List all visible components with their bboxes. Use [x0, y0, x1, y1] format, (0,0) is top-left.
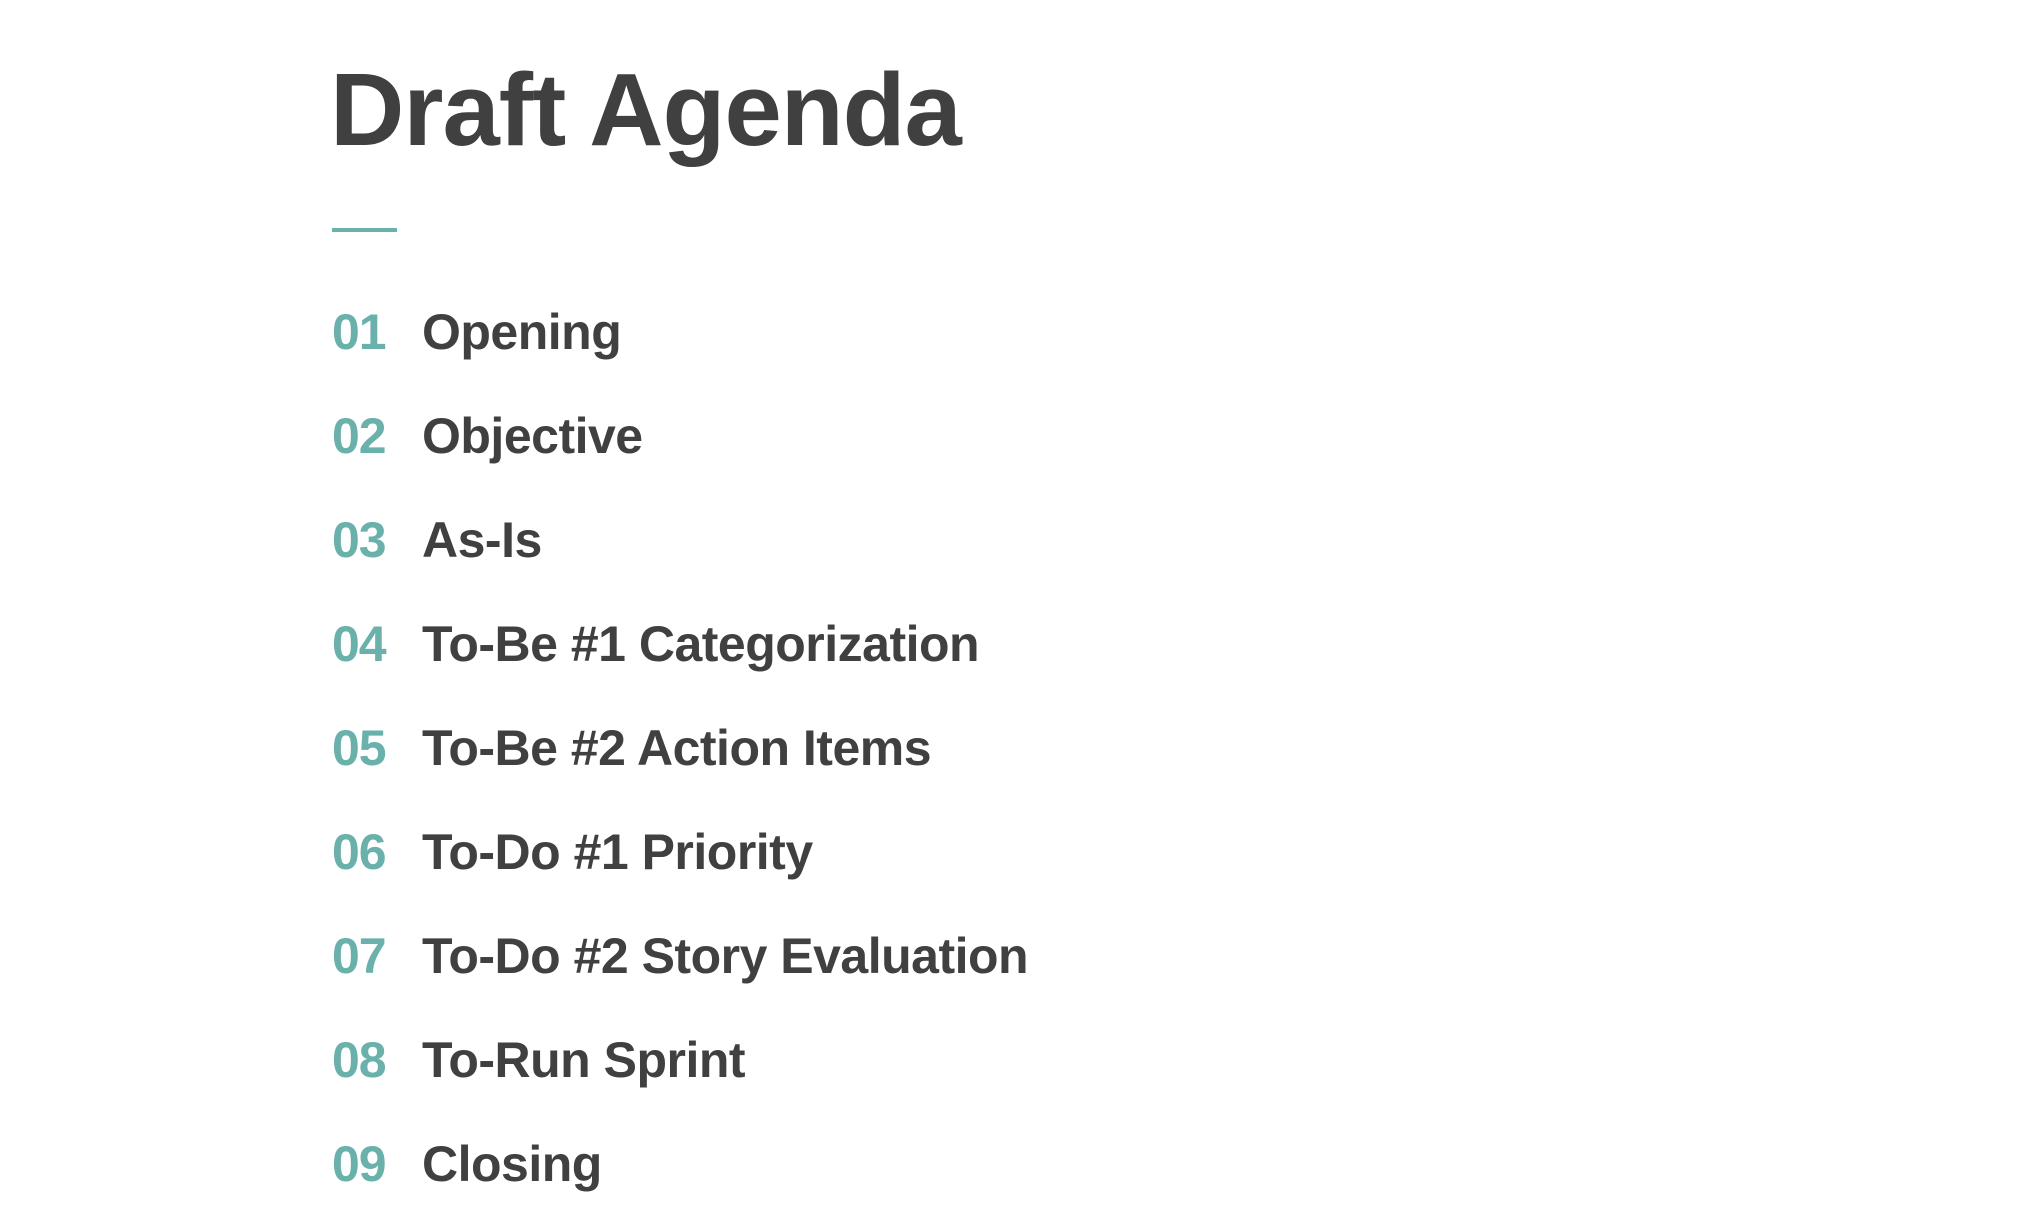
agenda-item-objective: 02 Objective	[332, 384, 1028, 488]
agenda-item-label: To-Do #1 Priority	[422, 824, 813, 880]
agenda-item-label: Objective	[422, 408, 643, 464]
agenda-item-label: Opening	[422, 304, 622, 360]
agenda-item-to-do-story-evaluation: 07 To-Do #2 Story Evaluation	[332, 904, 1029, 1008]
agenda-item-label: Closing	[422, 1136, 602, 1192]
agenda-item-label: To-Run Sprint	[422, 1032, 746, 1088]
agenda-item-number: 04	[332, 616, 387, 672]
agenda-item-label: As-Is	[422, 512, 542, 568]
agenda-list: 01 Opening 02 Objective 03 As-Is 04 To-B…	[332, 280, 1029, 1216]
agenda-item-number: 03	[332, 512, 387, 568]
agenda-item-number: 05	[332, 720, 387, 776]
agenda-item-opening: 01 Opening	[332, 280, 1028, 384]
agenda-item-number: 08	[332, 1032, 387, 1088]
title-accent-divider	[332, 228, 397, 232]
agenda-item-number: 07	[332, 928, 387, 984]
agenda-item-number: 09	[332, 1136, 387, 1192]
agenda-item-label: To-Be #2 Action Items	[422, 720, 932, 776]
agenda-item-label: To-Be #1 Categorization	[422, 616, 980, 672]
page-title: Draft Agenda	[330, 52, 962, 167]
agenda-item-number: 02	[332, 408, 387, 464]
agenda-slide: Draft Agenda 01 Opening 02 Objective 03 …	[0, 0, 2022, 1228]
agenda-item-as-is: 03 As-Is	[332, 488, 1028, 592]
agenda-item-closing: 09 Closing	[332, 1112, 1028, 1216]
agenda-item-to-be-action-items: 05 To-Be #2 Action Items	[332, 696, 1028, 800]
agenda-item-label: To-Do #2 Story Evaluation	[422, 928, 1029, 984]
agenda-item-to-be-categorization: 04 To-Be #1 Categorization	[332, 592, 1028, 696]
agenda-item-number: 01	[332, 304, 387, 360]
agenda-item-to-do-priority: 06 To-Do #1 Priority	[332, 800, 1028, 904]
agenda-item-number: 06	[332, 824, 387, 880]
agenda-item-to-run-sprint: 08 To-Run Sprint	[332, 1008, 1028, 1112]
